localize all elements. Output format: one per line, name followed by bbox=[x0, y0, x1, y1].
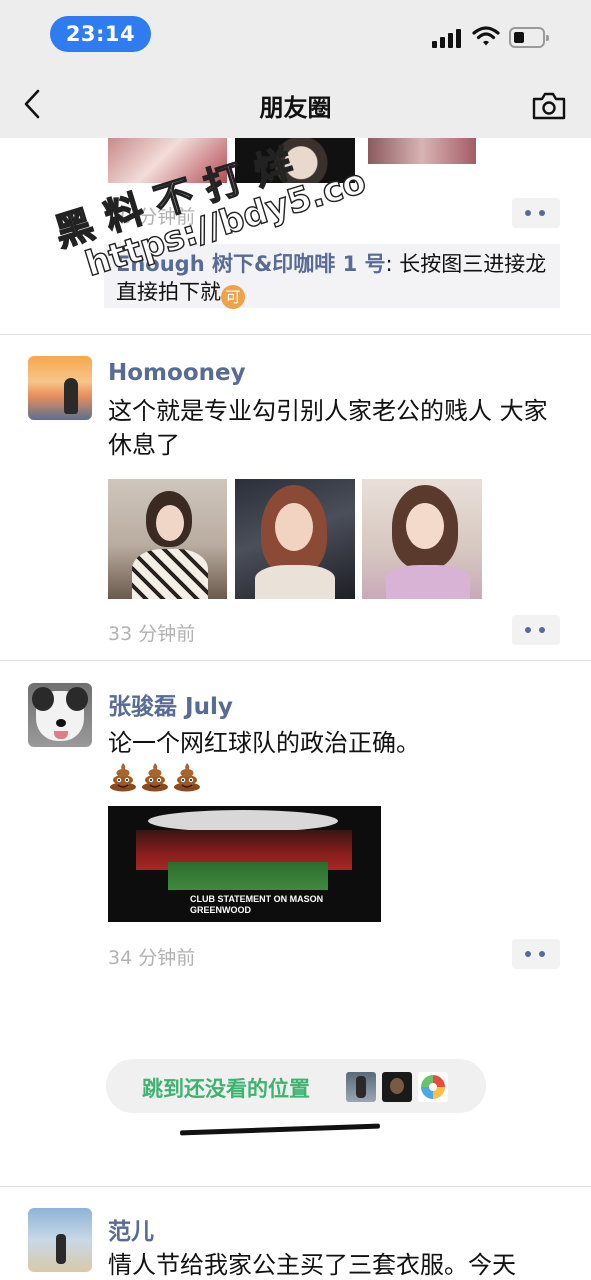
camera-icon[interactable] bbox=[532, 91, 566, 121]
more-actions-button[interactable] bbox=[512, 939, 560, 969]
post-text: 这个就是专业勾引别人家老公的贱人 大家休息了 bbox=[108, 397, 548, 459]
avatar[interactable] bbox=[28, 356, 92, 420]
poop-emoji-icon bbox=[142, 763, 168, 792]
post-timestamp: 34 分钟前 bbox=[108, 947, 196, 969]
avatar bbox=[418, 1072, 448, 1102]
post-image[interactable] bbox=[108, 138, 227, 183]
post-author[interactable]: 范儿 bbox=[108, 1212, 154, 1246]
post-timestamp: 10 分钟前 bbox=[108, 206, 196, 228]
moments-feed[interactable]: 10 分钟前 Enough 树下&印咖啡 1 号: 长按图三进接龙直接拍下就可 … bbox=[0, 138, 591, 1280]
post-text: 情人节给我家公主买了三套衣服。今天 bbox=[108, 1251, 516, 1279]
jump-label: 跳到还没看的位置 bbox=[142, 1077, 310, 1101]
more-actions-button[interactable] bbox=[512, 198, 560, 228]
poop-emoji-icon bbox=[110, 763, 136, 792]
comment-box: Enough 树下&印咖啡 1 号: 长按图三进接龙直接拍下就可 bbox=[104, 244, 560, 309]
post-image[interactable] bbox=[368, 138, 476, 164]
post-image[interactable] bbox=[235, 479, 355, 599]
more-actions-button[interactable] bbox=[512, 615, 560, 645]
avatar[interactable] bbox=[28, 1208, 92, 1272]
divider bbox=[0, 660, 591, 661]
poop-emoji-icon bbox=[174, 763, 200, 792]
status-bar: 23:14 bbox=[0, 0, 591, 70]
emoji-icon: 可 bbox=[221, 285, 245, 309]
image-caption-line: GREENWOOD bbox=[190, 905, 252, 915]
divider bbox=[0, 1186, 591, 1187]
post-image[interactable] bbox=[362, 479, 482, 599]
post-timestamp: 33 分钟前 bbox=[108, 623, 196, 645]
avatar bbox=[382, 1072, 412, 1102]
page-title: 朋友圈 bbox=[259, 94, 332, 122]
jump-to-unread-button[interactable]: 跳到还没看的位置 bbox=[106, 1059, 486, 1113]
comment-separator: : bbox=[385, 252, 400, 276]
wifi-icon bbox=[472, 26, 500, 46]
divider bbox=[0, 334, 591, 335]
post-author[interactable]: Homooney bbox=[108, 360, 246, 386]
comment-author[interactable]: Enough 树下&印咖啡 1 号 bbox=[116, 252, 386, 276]
battery-icon bbox=[509, 27, 549, 48]
post-image[interactable] bbox=[235, 138, 355, 183]
post-author[interactable]: 张骏磊 July bbox=[108, 687, 233, 721]
comment[interactable]: Enough 树下&印咖啡 1 号: 长按图三进接龙直接拍下就可 bbox=[116, 250, 556, 309]
signal-icon bbox=[432, 28, 464, 48]
nav-bar: 朋友圈 bbox=[0, 70, 591, 138]
status-time: 23:14 bbox=[50, 16, 151, 52]
post-image[interactable]: CLUB STATEMENT ON MASON GREENWOOD bbox=[108, 806, 381, 922]
post-text: 论一个网红球队的政治正确。 bbox=[108, 729, 420, 757]
image-caption-line: CLUB STATEMENT ON MASON bbox=[190, 894, 324, 904]
avatar[interactable] bbox=[28, 683, 92, 747]
post-image[interactable] bbox=[108, 479, 227, 599]
avatar bbox=[346, 1072, 376, 1102]
